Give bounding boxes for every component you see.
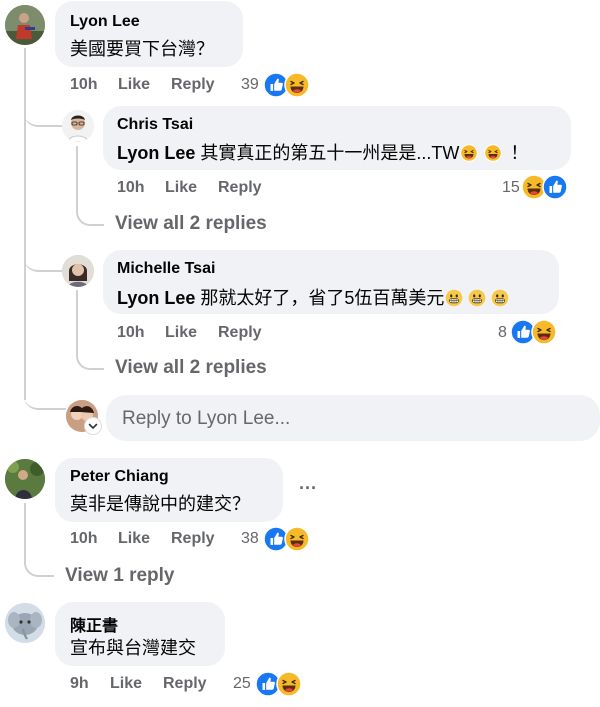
comment-time[interactable]: 10h	[117, 179, 145, 197]
like-button[interactable]: Like	[165, 324, 197, 342]
thread-connector	[76, 290, 104, 370]
thread-connector	[24, 246, 66, 272]
author-name[interactable]: Chris Tsai	[117, 116, 193, 134]
like-button[interactable]: Like	[165, 179, 197, 197]
comment-text: 莫非是傳說中的建交？	[70, 494, 250, 514]
haha-reaction-icon	[276, 671, 302, 697]
author-name[interactable]: Peter Chiang	[70, 468, 169, 486]
comment-text: Lyon Lee 其實真正的第五十一州是是...TW ！	[117, 139, 528, 165]
avatar-michelle-tsai[interactable]	[62, 255, 94, 287]
comment-text: 宣布與台灣建交	[70, 638, 196, 658]
reply-button[interactable]: Reply	[171, 76, 215, 94]
comment-time[interactable]: 9h	[70, 675, 89, 693]
comment-time[interactable]: 10h	[117, 324, 145, 342]
author-name[interactable]: 陳正書	[70, 612, 118, 636]
reaction-count[interactable]: 15	[502, 179, 520, 197]
comment-time[interactable]: 10h	[70, 530, 98, 548]
avatar-lyon-lee[interactable]	[5, 5, 45, 45]
avatar-chen[interactable]	[5, 603, 45, 643]
laughing-emoji-icon	[484, 144, 502, 162]
thread-connector	[76, 146, 104, 226]
view-replies-link[interactable]: View all 2 replies	[115, 357, 267, 379]
author-name[interactable]: Michelle Tsai	[117, 260, 215, 278]
reply-button[interactable]: Reply	[171, 530, 215, 548]
reply-button[interactable]: Reply	[218, 179, 262, 197]
author-name[interactable]: Lyon Lee	[70, 13, 140, 31]
thread-connector	[24, 100, 66, 127]
comment-body-end: ！	[510, 143, 529, 163]
more-options-icon[interactable]: ···	[299, 478, 317, 499]
comment-time[interactable]: 10h	[70, 76, 98, 94]
haha-reaction-icon	[531, 319, 557, 345]
reaction-count[interactable]: 39	[241, 76, 259, 94]
reply-input-placeholder: Reply to Lyon Lee...	[122, 408, 291, 429]
mention-link[interactable]: Lyon Lee	[117, 143, 195, 163]
grimacing-emoji-icon	[491, 289, 509, 307]
chevron-down-icon[interactable]	[85, 418, 101, 434]
laughing-emoji-icon	[460, 144, 478, 162]
reaction-count[interactable]: 25	[233, 675, 251, 693]
haha-reaction-icon	[284, 72, 310, 98]
comment-text: Lyon Lee 那就太好了，省了5伍百萬美元	[117, 284, 509, 310]
reaction-count[interactable]: 38	[241, 530, 259, 548]
comment-body: 其實真正的第五十一州是是...TW	[195, 143, 460, 163]
thread-connector	[24, 392, 66, 410]
like-button[interactable]: Like	[118, 76, 150, 94]
like-button[interactable]: Like	[110, 675, 142, 693]
reply-button[interactable]: Reply	[218, 324, 262, 342]
view-replies-link[interactable]: View all 2 replies	[115, 213, 267, 235]
view-replies-link[interactable]: View 1 reply	[65, 565, 175, 587]
haha-reaction-icon	[284, 526, 310, 552]
comment-text: 美國要買下台灣？	[70, 39, 214, 59]
comment-body: 那就太好了，省了5伍百萬美元	[195, 288, 445, 308]
grimacing-emoji-icon	[468, 289, 486, 307]
reaction-count[interactable]: 8	[498, 324, 507, 342]
mention-link[interactable]: Lyon Lee	[117, 288, 195, 308]
reply-button[interactable]: Reply	[163, 675, 207, 693]
like-reaction-icon	[542, 174, 568, 200]
like-button[interactable]: Like	[118, 530, 150, 548]
thread-connector	[24, 503, 54, 577]
avatar-chris-tsai[interactable]	[62, 110, 94, 142]
avatar-peter-chiang[interactable]	[5, 459, 45, 499]
grimacing-emoji-icon	[445, 289, 463, 307]
